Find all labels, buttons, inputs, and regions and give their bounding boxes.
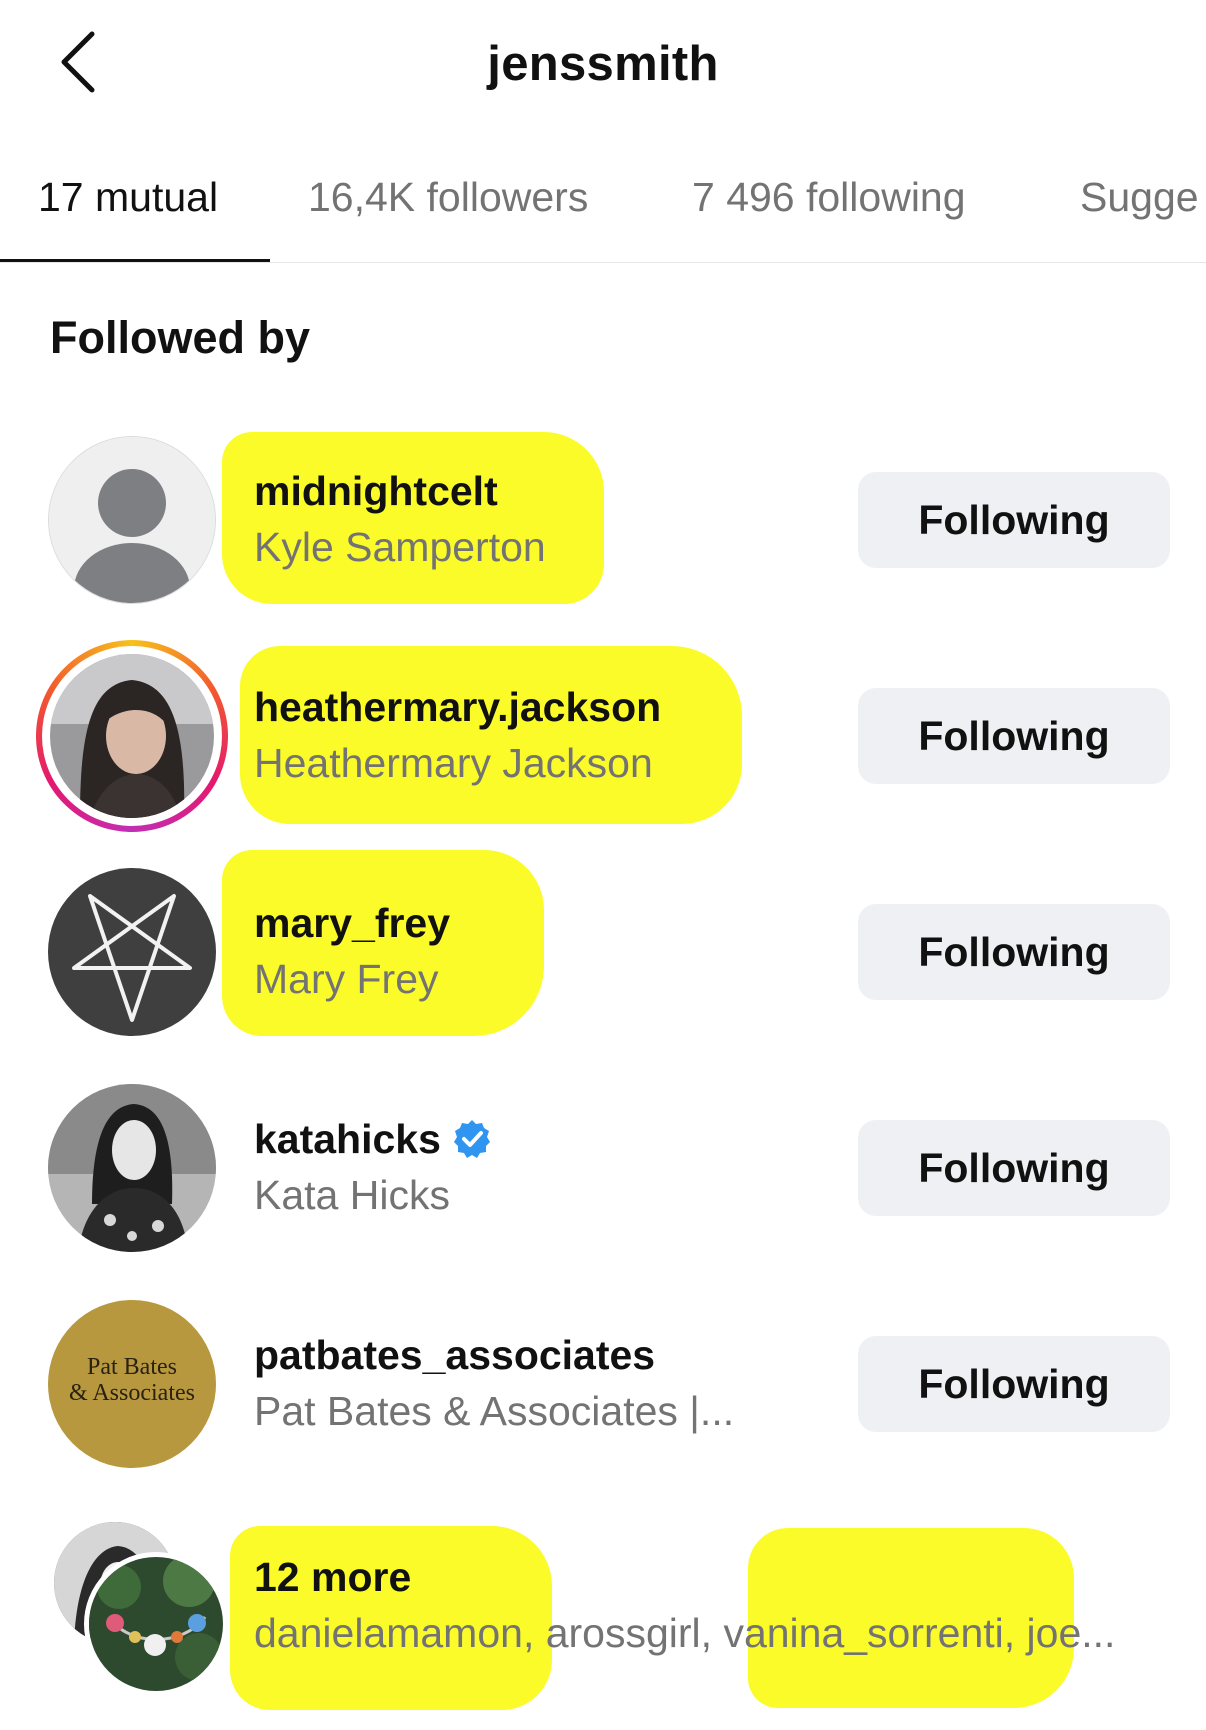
avatar[interactable] xyxy=(48,1084,216,1252)
following-button[interactable]: Following xyxy=(858,1120,1170,1216)
profile-photo-icon xyxy=(50,654,214,818)
full-name: Kata Hicks xyxy=(254,1172,450,1218)
more-count[interactable]: 12 more xyxy=(254,1550,1115,1604)
user-info: heathermary.jackson Heathermary Jackson xyxy=(254,680,661,792)
tab-suggested[interactable]: Sugge xyxy=(1080,174,1199,221)
username[interactable]: katahicks xyxy=(254,1116,441,1162)
tab-mutual[interactable]: 17 mutual xyxy=(38,174,218,221)
user-info: mary_frey Mary Frey xyxy=(254,896,450,1008)
avatar[interactable] xyxy=(48,436,216,604)
username[interactable]: heathermary.jackson xyxy=(254,680,661,734)
pentagram-icon xyxy=(48,868,216,1036)
default-avatar-icon xyxy=(49,437,215,603)
more-followers-row[interactable]: 12 more danielamamon, arossgirl, vanina_… xyxy=(0,1510,1206,1730)
verified-badge-icon xyxy=(453,1120,490,1159)
username[interactable]: midnightcelt xyxy=(254,464,546,518)
user-row[interactable]: Pat Bates & Associates patbates_associat… xyxy=(0,1300,1206,1500)
following-button[interactable]: Following xyxy=(858,688,1170,784)
section-title: Followed by xyxy=(50,312,311,363)
active-tab-indicator xyxy=(0,259,270,262)
page-title: jenssmith xyxy=(487,37,719,91)
avatar-logo-text: Pat Bates xyxy=(87,1354,177,1380)
avatar[interactable]: Pat Bates & Associates xyxy=(48,1300,216,1468)
user-info: midnightcelt Kyle Samperton xyxy=(254,464,546,576)
tab-followers[interactable]: 16,4K followers xyxy=(308,174,588,221)
user-info: katahicks Kata Hicks xyxy=(254,1112,493,1224)
avatar xyxy=(50,654,214,818)
tab-following[interactable]: 7 496 following xyxy=(692,174,966,221)
user-row[interactable]: midnightcelt Kyle Samperton Following xyxy=(0,432,1206,636)
full-name: Heathermary Jackson xyxy=(254,740,653,786)
username[interactable]: mary_frey xyxy=(254,896,450,950)
following-button[interactable]: Following xyxy=(858,472,1170,568)
full-name: Kyle Samperton xyxy=(254,524,546,570)
profile-photo-icon xyxy=(89,1557,223,1691)
header: jenssmith xyxy=(0,0,1206,130)
full-name: Mary Frey xyxy=(254,956,439,1002)
tab-bar: 17 mutual 16,4K followers 7 496 followin… xyxy=(0,150,1206,263)
avatar[interactable] xyxy=(48,868,216,1036)
more-info: 12 more danielamamon, arossgirl, vanina_… xyxy=(254,1550,1115,1662)
user-row[interactable]: katahicks Kata Hicks Following xyxy=(0,1084,1206,1284)
username[interactable]: patbates_associates xyxy=(254,1328,734,1382)
user-row[interactable]: mary_frey Mary Frey Following xyxy=(0,850,1206,1068)
more-names: danielamamon, arossgirl, vanina_sorrenti… xyxy=(254,1610,1116,1656)
user-row[interactable]: heathermary.jackson Heathermary Jackson … xyxy=(0,640,1206,852)
profile-photo-icon xyxy=(48,1084,216,1252)
avatar-logo-text: & Associates xyxy=(69,1380,195,1406)
story-ring[interactable] xyxy=(36,640,228,832)
following-button[interactable]: Following xyxy=(858,1336,1170,1432)
avatar-stack-front xyxy=(84,1552,228,1696)
full-name: Pat Bates & Associates |... xyxy=(254,1388,735,1434)
following-button[interactable]: Following xyxy=(858,904,1170,1000)
username-line: katahicks xyxy=(254,1112,493,1166)
user-info: patbates_associates Pat Bates & Associat… xyxy=(254,1328,734,1440)
